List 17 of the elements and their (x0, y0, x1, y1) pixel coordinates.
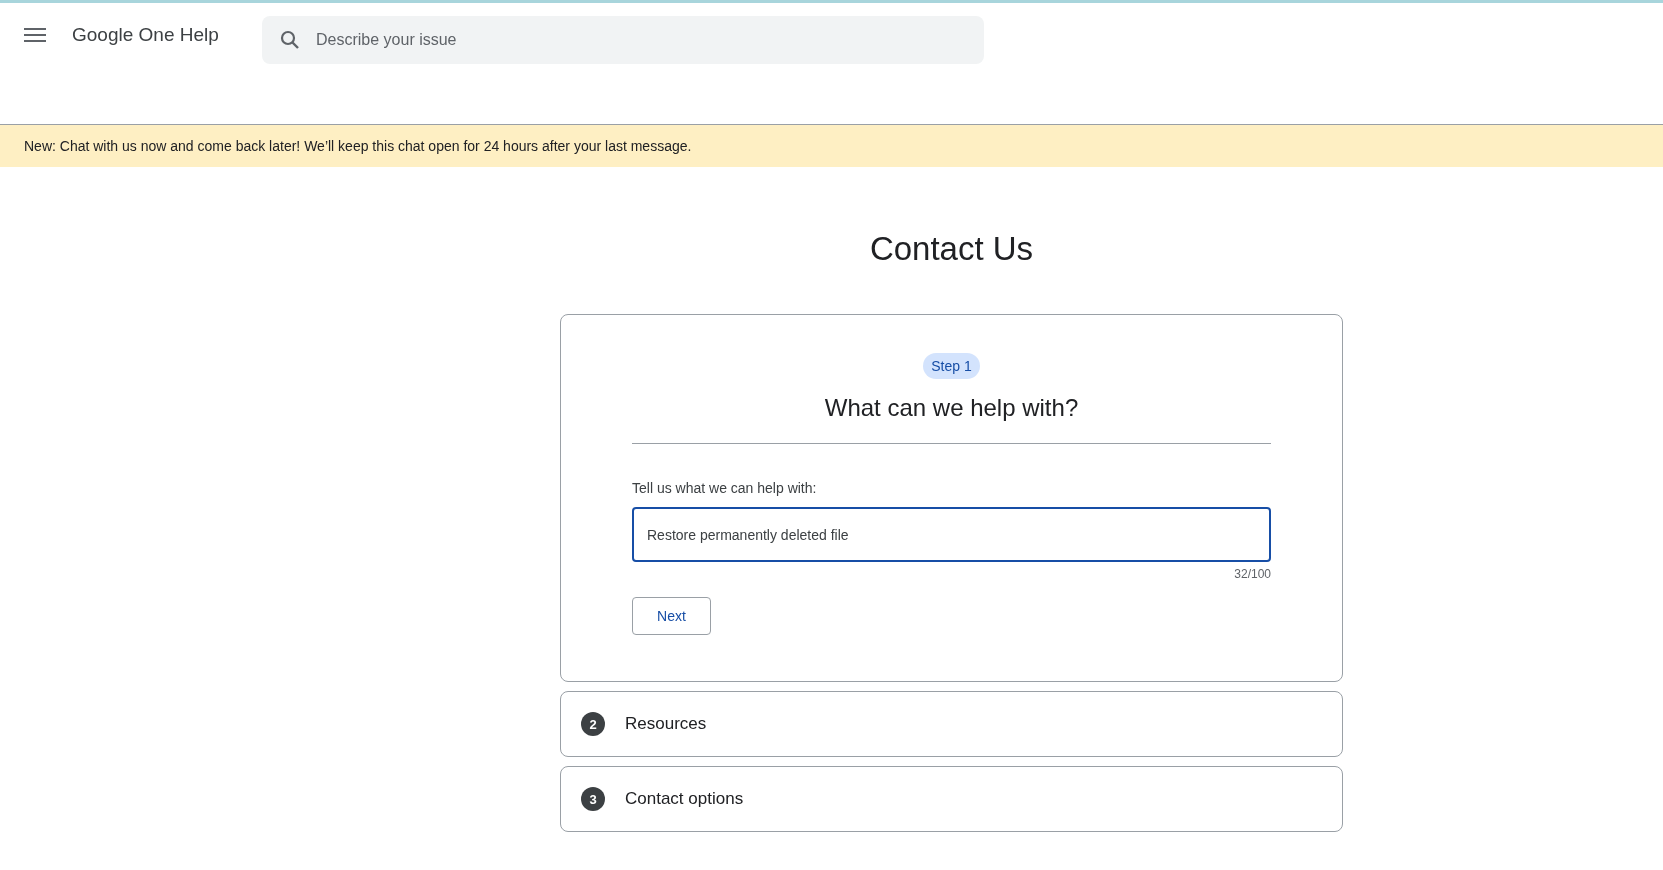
step-number: 2 (581, 712, 605, 736)
character-counter: 32/100 (1234, 567, 1271, 581)
collapsed-step-card[interactable]: 2 Resources (560, 691, 1343, 757)
collapsed-step-card[interactable]: 3 Contact options (560, 766, 1343, 832)
step-title: Contact options (625, 789, 744, 809)
step-heading: What can we help with? (632, 393, 1271, 444)
step-badge: Step 1 (923, 353, 980, 379)
page-title: Contact Us (868, 229, 1035, 269)
search-field[interactable]: Describe your issue (262, 16, 984, 64)
step-number: 3 (581, 787, 605, 811)
step-title: Resources (625, 714, 707, 734)
issue-input-field[interactable]: Restore permanently deleted file (632, 507, 1271, 562)
site-title[interactable]: Google One Help (72, 24, 262, 46)
announcement-text: New: Chat with us now and come back later! We’ll keep this chat open for 24 hours after your last message. (24, 138, 692, 154)
menu-icon[interactable] (24, 27, 46, 43)
field-label: Tell us what we can help with: (632, 480, 818, 496)
next-button[interactable]: Next (632, 597, 711, 635)
